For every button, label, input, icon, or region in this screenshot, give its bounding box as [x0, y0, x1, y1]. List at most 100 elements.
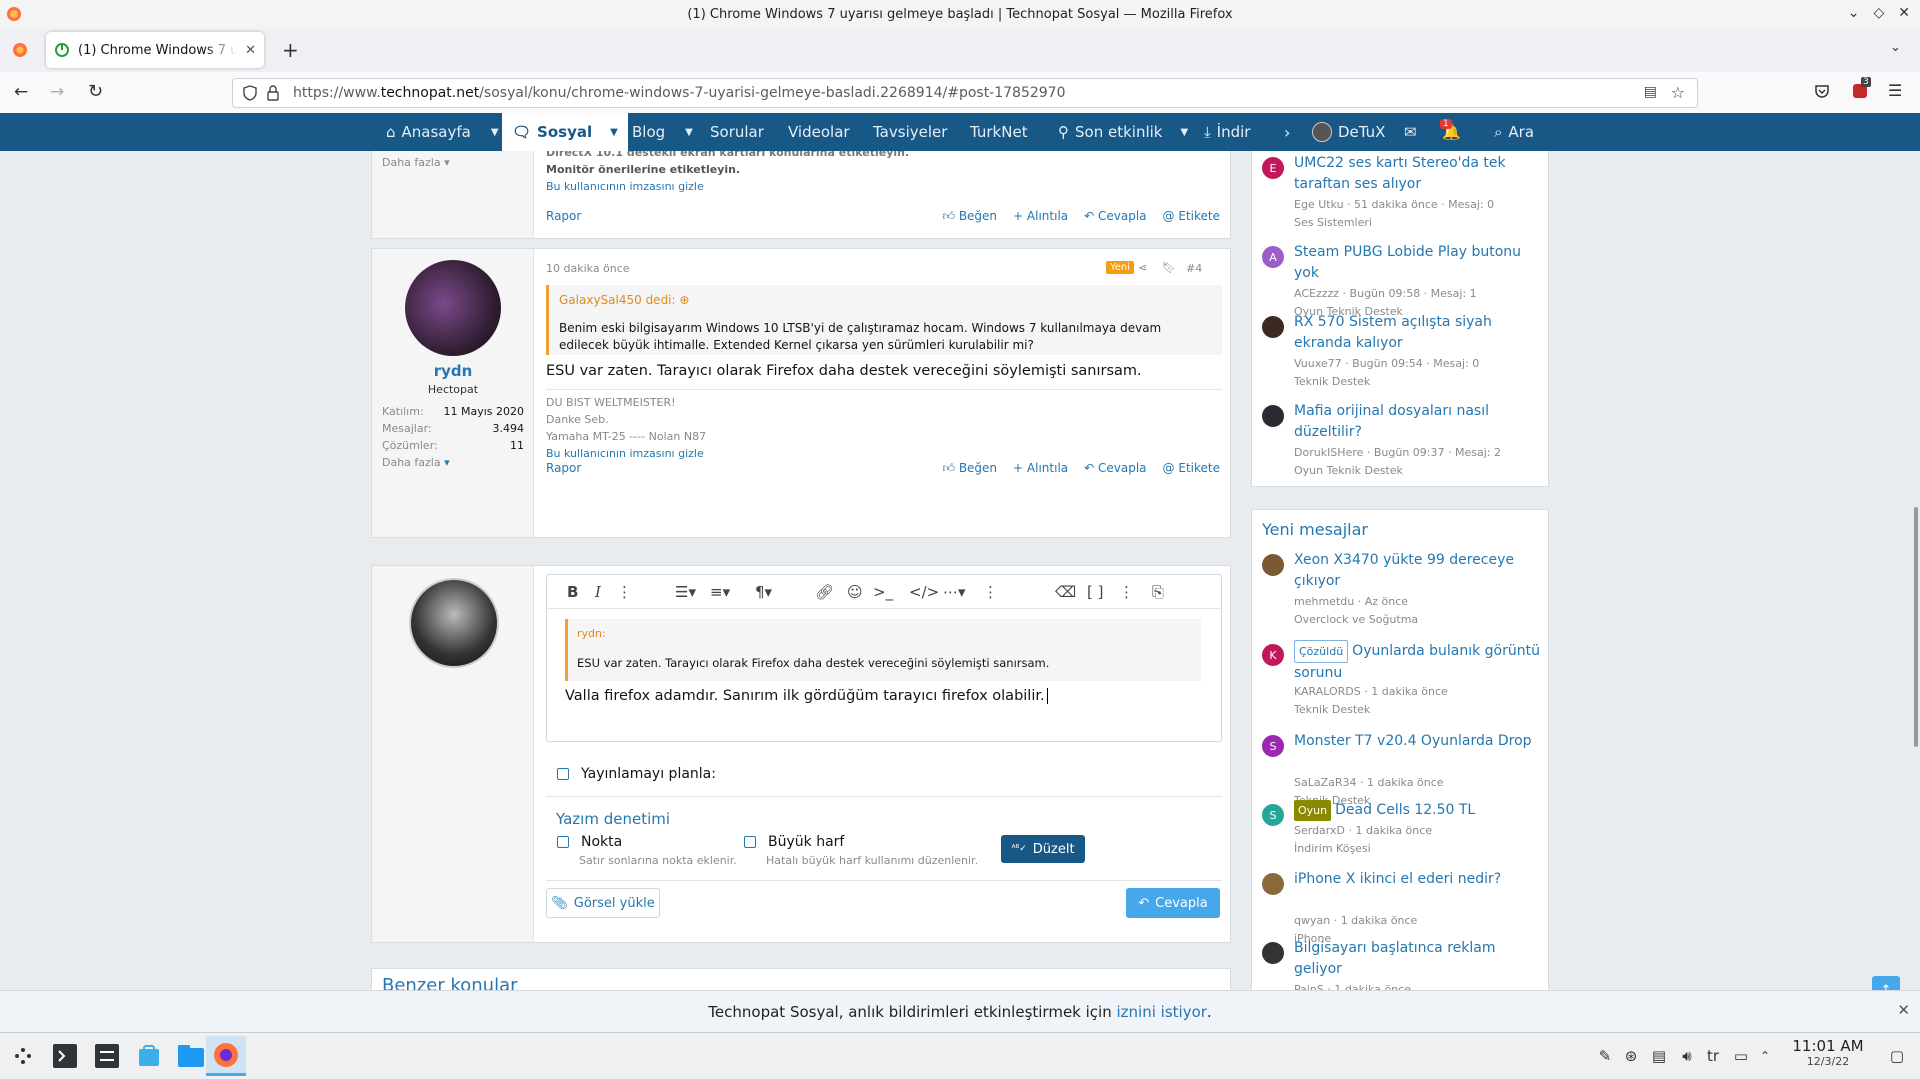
nav-home[interactable]: ⌂ Anasayfa ▼: [386, 113, 499, 151]
eraser-icon[interactable]: ⌫: [1055, 583, 1076, 601]
scroll-top-button[interactable]: ↑: [1872, 976, 1900, 990]
thread-title[interactable]: Bilgisayarı başlatınca reklam geliyor: [1294, 938, 1544, 980]
like-button[interactable]: 👍︎ Beğen: [942, 209, 997, 224]
app-menu-icon[interactable]: ☰: [1888, 81, 1902, 100]
nav-user[interactable]: DeTuX: [1312, 113, 1385, 151]
upload-image-button[interactable]: 📎︎ Görsel yükle: [546, 888, 660, 918]
shield-icon[interactable]: [243, 85, 257, 101]
tag-button[interactable]: @ Etikete: [1163, 461, 1220, 476]
list-tabs-icon[interactable]: ⌄: [1890, 40, 1901, 55]
bold-button[interactable]: B: [567, 583, 578, 601]
file-manager-icon[interactable]: [174, 1039, 208, 1073]
bookmark-icon[interactable]: 🔖︎: [1162, 261, 1176, 274]
browser-tab[interactable]: (1) Chrome Windows 7 uyarısı ✕: [46, 32, 264, 68]
reply-button[interactable]: ↶ Cevapla: [1084, 461, 1146, 476]
code-icon[interactable]: </>: [909, 583, 939, 601]
bookmark-star-icon[interactable]: ☆: [1671, 83, 1685, 102]
bbcode-icon[interactable]: [ ]: [1087, 583, 1103, 601]
quote-button[interactable]: + Alıntıla: [1013, 461, 1068, 476]
preview-icon[interactable]: ⎘: [1152, 583, 1164, 601]
show-desktop-icon[interactable]: ▢: [1880, 1039, 1914, 1073]
scrollbar[interactable]: [1914, 507, 1918, 747]
share-icon[interactable]: ⋖: [1138, 261, 1147, 274]
thread-title[interactable]: Çözüldü Oyunlarda bulanık görüntü sorunu: [1294, 640, 1544, 684]
tag-button[interactable]: @ Etikete: [1163, 209, 1220, 224]
more-options-icon[interactable]: ⋮: [617, 583, 632, 601]
close-tab-icon[interactable]: ✕: [245, 43, 256, 58]
thread-title[interactable]: UMC22 ses kartı Stereo'da tek taraftan s…: [1294, 153, 1544, 195]
chevron-down-icon[interactable]: ▼: [1180, 127, 1188, 138]
report-link[interactable]: Rapor: [546, 461, 581, 475]
nav-more-arrow[interactable]: ›: [1284, 113, 1290, 151]
post-time[interactable]: 10 dakika önce: [546, 262, 630, 275]
chevron-down-icon[interactable]: ▼: [685, 127, 693, 138]
like-button[interactable]: 👍︎ Beğen: [942, 461, 997, 476]
app-launcher-icon[interactable]: [6, 1039, 40, 1073]
thread-title[interactable]: Monster T7 v20.4 Oyunlarda Drop: [1294, 731, 1544, 752]
thread-title[interactable]: Xeon X3470 yükte 99 dereceye çıkıyor: [1294, 550, 1544, 592]
thread-title[interactable]: RX 570 Sistem açılışta siyah ekranda kal…: [1294, 312, 1544, 354]
schedule-checkbox[interactable]: Yayınlamayı planla:: [557, 766, 716, 782]
permission-link[interactable]: iznini istiyor: [1117, 1003, 1207, 1021]
align-button[interactable]: ≡▾: [710, 583, 730, 601]
store-icon[interactable]: [132, 1039, 166, 1073]
capital-checkbox[interactable]: Büyük harf: [744, 834, 844, 850]
url-bar[interactable]: https://www. technopat.net/sosyal/konu/ch…: [232, 78, 1698, 108]
forward-button[interactable]: →: [50, 82, 64, 102]
tray-expand-icon[interactable]: ⌃: [1748, 1039, 1782, 1073]
quote-author[interactable]: GalaxySal450 dedi: ⊕: [559, 293, 689, 307]
nav-download[interactable]: ⤓ İndir: [1204, 113, 1250, 151]
code-inline-icon[interactable]: >_: [873, 583, 893, 601]
italic-button[interactable]: I: [595, 583, 601, 601]
chevron-down-icon[interactable]: ▼: [491, 127, 499, 138]
nav-recommendations[interactable]: Tavsiyeler: [873, 113, 947, 151]
more-options-icon[interactable]: ⋮: [1119, 583, 1134, 601]
extension-icon[interactable]: 3: [1852, 77, 1871, 99]
list-button[interactable]: ☰▾: [675, 583, 696, 601]
reply-submit-button[interactable]: ↶ Cevapla: [1126, 888, 1220, 918]
more-options-icon[interactable]: ⋮: [983, 583, 998, 601]
period-checkbox[interactable]: Nokta: [557, 834, 622, 850]
nav-questions[interactable]: Sorular: [710, 113, 764, 151]
paragraph-button[interactable]: ¶▾: [755, 583, 772, 601]
nav-search[interactable]: ⌕ Ara: [1494, 113, 1534, 151]
maximize-icon[interactable]: ◇: [1873, 5, 1884, 21]
thread-title[interactable]: Mafia orijinal dosyaları nasıl düzeltili…: [1294, 401, 1544, 443]
nav-videos[interactable]: Videolar: [788, 113, 850, 151]
quote-button[interactable]: + Alıntıla: [1013, 209, 1068, 224]
hide-signature-link[interactable]: Bu kullanıcının imzasını gizle: [546, 445, 706, 462]
thread-title[interactable]: iPhone X ikinci el ederi nedir?: [1294, 869, 1544, 890]
nav-social[interactable]: 🗨 Sosyal ▼: [502, 113, 628, 151]
reload-button[interactable]: ↻: [88, 81, 103, 102]
smiley-icon[interactable]: ☺: [847, 583, 863, 601]
nav-blog[interactable]: Blog ▼: [632, 113, 693, 151]
nav-turknet[interactable]: TurkNet: [970, 113, 1028, 151]
firefox-view-icon[interactable]: [12, 42, 28, 58]
settings-icon[interactable]: [90, 1039, 124, 1073]
report-link[interactable]: Rapor: [546, 209, 581, 223]
chevron-down-icon[interactable]: ▼: [610, 127, 618, 138]
editor-textarea[interactable]: Valla firefox adamdır. Sanırım ilk gördü…: [565, 688, 1048, 704]
thread-title[interactable]: Steam PUBG Lobide Play butonu yok: [1294, 242, 1544, 284]
thread-title[interactable]: Oyun Dead Cells 12.50 TL: [1294, 800, 1544, 821]
new-tab-button[interactable]: +: [282, 38, 299, 62]
more-link[interactable]: Daha fazla ▾: [382, 156, 450, 169]
bell-icon[interactable]: 🔔 1: [1440, 113, 1461, 151]
more-link[interactable]: Daha fazla ▾: [382, 454, 524, 471]
nav-recent-activity[interactable]: ⚲ Son etkinlik ▼: [1058, 113, 1188, 151]
close-window-icon[interactable]: ✕: [1898, 5, 1910, 21]
reader-view-icon[interactable]: ▤: [1644, 84, 1657, 100]
hide-signature-link[interactable]: Bu kullanıcının imzasını gizle: [546, 178, 909, 195]
avatar[interactable]: [405, 260, 501, 356]
close-icon[interactable]: ✕: [1897, 1001, 1910, 1019]
pocket-icon[interactable]: [1814, 83, 1830, 99]
lock-icon[interactable]: [267, 85, 279, 101]
firefox-taskbar-button[interactable]: [206, 1036, 246, 1076]
clock[interactable]: 11:01 AM 12/3/22: [1788, 1037, 1868, 1068]
inbox-icon[interactable]: ✉: [1404, 113, 1417, 151]
username[interactable]: rydn: [372, 362, 534, 380]
post-number[interactable]: #4: [1186, 262, 1202, 275]
terminal-icon[interactable]: [48, 1039, 82, 1073]
fix-button[interactable]: ᴬᴮ✓ Düzelt: [1001, 835, 1085, 863]
more-insert-icon[interactable]: ⋯▾: [943, 583, 966, 601]
